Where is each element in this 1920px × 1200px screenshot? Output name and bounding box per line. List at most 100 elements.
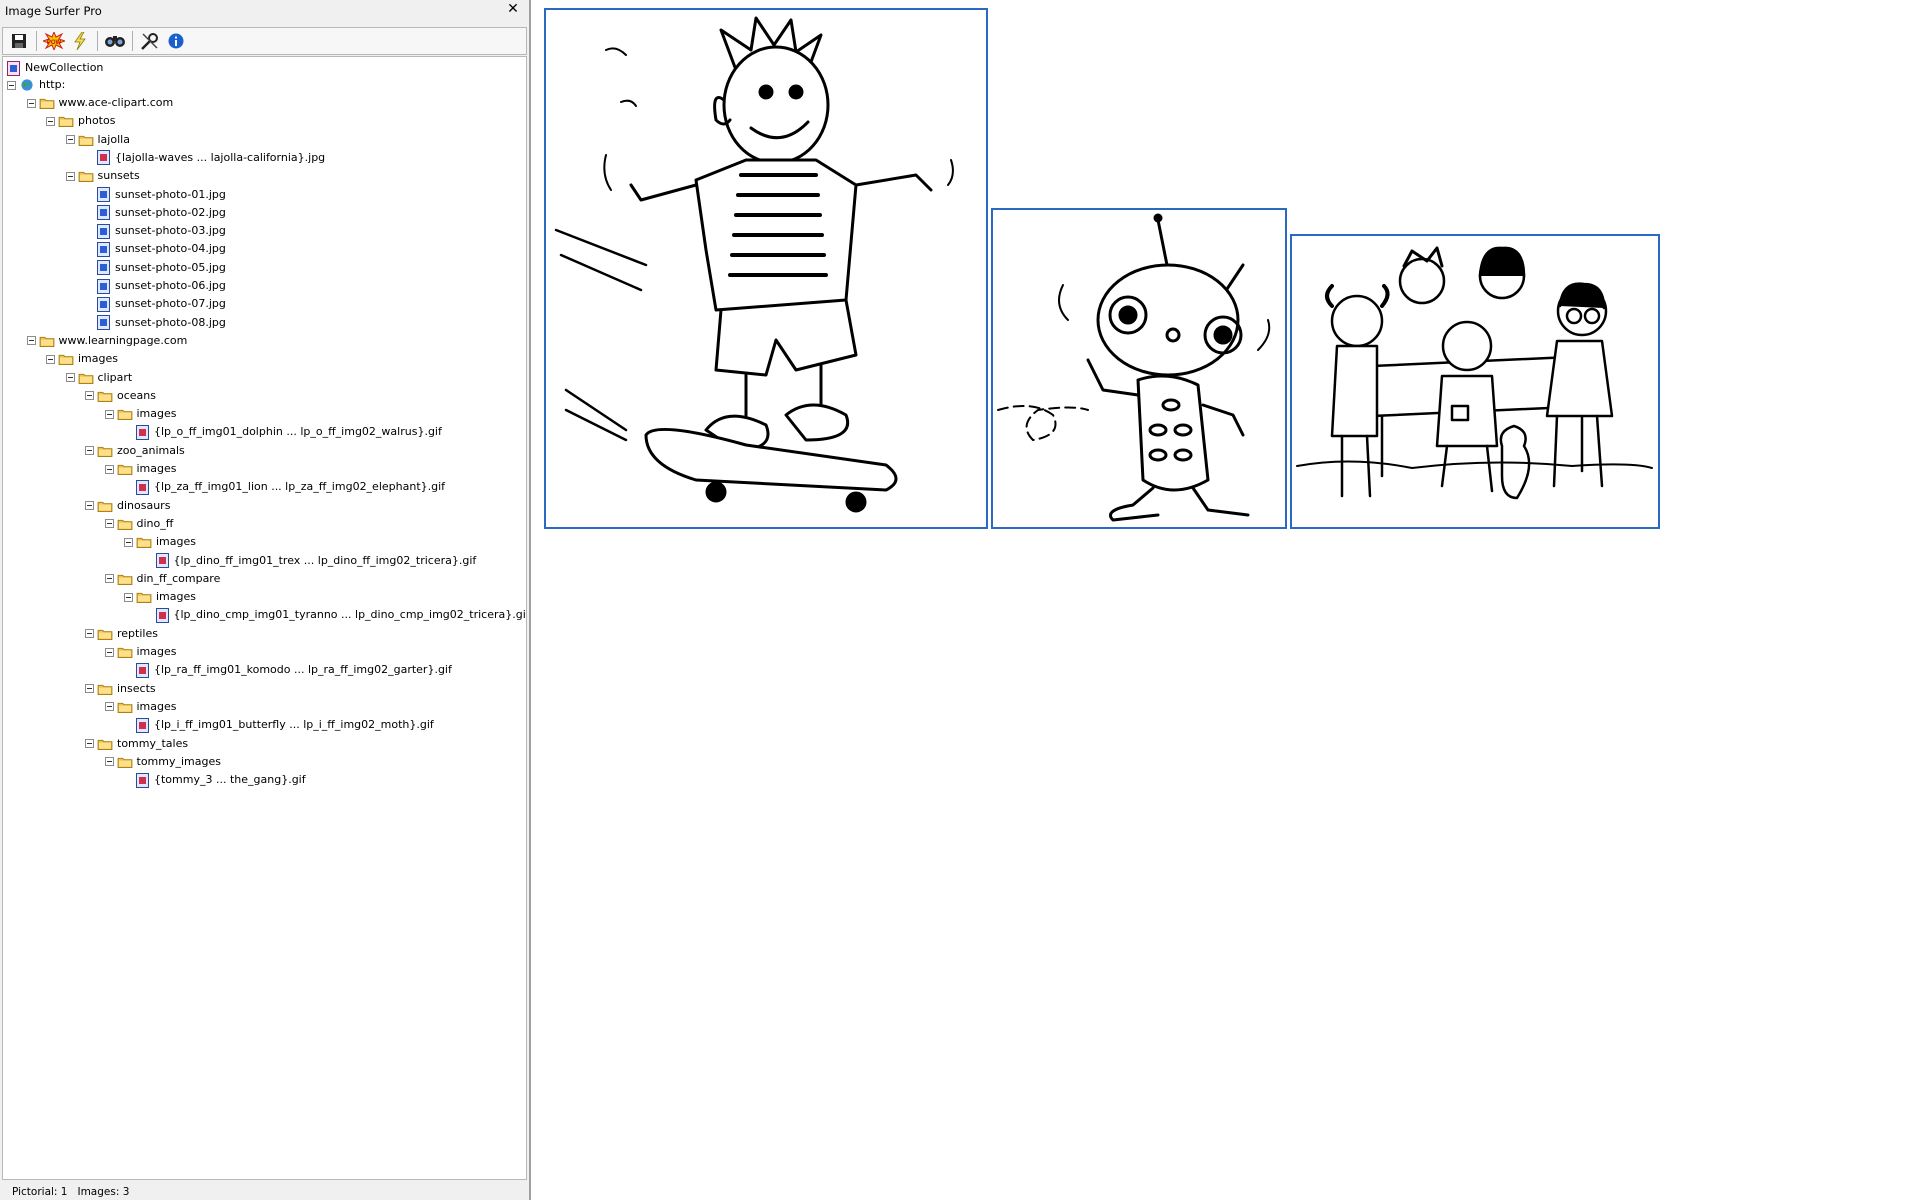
folder-icon [58, 117, 74, 128]
collapse-toggle[interactable] [85, 739, 94, 748]
collapse-toggle[interactable] [65, 135, 75, 145]
tree-file-item[interactable]: sunset-photo-06.jpg [85, 277, 226, 295]
tree-folder-item[interactable]: images [104, 698, 177, 716]
tree-file-item[interactable]: sunset-photo-07.jpg [85, 295, 226, 313]
window-title: Image Surfer Pro [5, 4, 102, 18]
tree-folder-item[interactable]: reptiles [85, 625, 158, 643]
folder-icon [117, 574, 132, 585]
pow-icon[interactable]: POW [42, 30, 66, 52]
tree-item-label: sunset-photo-07.jpg [115, 297, 226, 311]
tree-folder-item[interactable]: images [46, 350, 118, 368]
kids-gang-image[interactable] [1290, 234, 1660, 529]
status-bar: Pictorial: 1 Images: 3 [0, 1184, 541, 1200]
collapse-toggle[interactable] [85, 684, 94, 694]
tools-icon[interactable] [138, 30, 162, 52]
tree-folder-item[interactable]: images [104, 643, 177, 661]
tree-file-item[interactable]: sunset-photo-08.jpg [85, 314, 226, 332]
tree-item-label: din_ff_compare [136, 571, 221, 585]
tree-folder-item[interactable]: dinosaurs [85, 497, 170, 515]
image-file-icon [97, 241, 110, 257]
tree-folder-item[interactable]: dino_ff [104, 515, 174, 533]
binoculars-icon[interactable] [103, 30, 127, 52]
close-icon[interactable]: ✕ [505, 1, 521, 17]
tree-file-item[interactable]: sunset-photo-01.jpg [85, 186, 226, 204]
tree-folder-item[interactable]: photos [46, 112, 115, 130]
info-icon[interactable] [164, 30, 188, 52]
tree-file-item[interactable]: {lp_o_ff_img01_dolphin ... lp_o_ff_img02… [124, 423, 442, 441]
tree-item-label: tommy_tales [117, 736, 189, 750]
collapse-toggle[interactable] [104, 647, 114, 657]
tree-file-item[interactable]: sunset-photo-05.jpg [85, 259, 226, 277]
tree-file-item[interactable]: {lp_i_ff_img01_butterfly ... lp_i_ff_img… [124, 716, 434, 734]
image-file-icon [136, 662, 149, 678]
tree-item-label: dino_ff [136, 516, 174, 530]
collapse-toggle[interactable] [26, 336, 36, 346]
tree-folder-item[interactable]: sunsets [65, 167, 140, 185]
collapse-toggle[interactable] [85, 391, 94, 401]
tree-folder-item[interactable]: din_ff_compare [104, 570, 221, 588]
tree-item-label: images [136, 699, 177, 713]
tree-folder-item[interactable]: insects [85, 680, 156, 698]
tree-file-item[interactable]: sunset-photo-02.jpg [85, 204, 226, 222]
tree-protocol[interactable]: http: [7, 76, 65, 94]
tree-item-label: reptiles [117, 626, 158, 640]
collapse-toggle[interactable] [104, 519, 114, 529]
image-file-icon [97, 278, 110, 294]
collapse-toggle[interactable] [124, 592, 133, 602]
tree-folder-item[interactable]: images [104, 460, 177, 478]
lightning-icon[interactable] [68, 30, 92, 52]
tree-folder-item[interactable]: tommy_tales [85, 735, 188, 753]
tree-folder-item[interactable]: www.learningpage.com [26, 332, 187, 350]
tree-file-item[interactable]: sunset-photo-04.jpg [85, 240, 226, 258]
tree-folder-item[interactable]: images [124, 588, 196, 606]
folder-icon [39, 336, 54, 347]
collapse-toggle[interactable] [104, 464, 114, 474]
image-file-icon [97, 223, 110, 239]
tree-item-label: {lp_za_ff_img01_lion ... lp_za_ff_img02_… [154, 480, 446, 494]
collapse-toggle[interactable] [104, 702, 114, 712]
tree-folder-item[interactable]: zoo_animals [85, 442, 185, 460]
tree-file-item[interactable]: {tommy_3 ... the_gang}.gif [124, 771, 306, 789]
folder-icon [117, 519, 132, 530]
tree-folder-item[interactable]: www.ace-clipart.com [26, 94, 173, 112]
tree-file-item[interactable]: {lp_dino_ff_img01_trex ... lp_dino_ff_im… [144, 552, 476, 570]
folder-icon [78, 135, 93, 146]
tree-file-item[interactable]: {lp_ra_ff_img01_komodo ... lp_ra_ff_img0… [124, 661, 452, 679]
tree-item-label: clipart [97, 370, 133, 384]
tree-folder-item[interactable]: images [104, 405, 177, 423]
tree-folder-item[interactable]: tommy_images [104, 753, 221, 771]
skateboard-boy-image[interactable] [544, 8, 988, 529]
collapse-toggle[interactable] [65, 171, 75, 181]
collapse-toggle[interactable] [46, 116, 55, 126]
folder-icon [136, 592, 152, 604]
collapse-toggle[interactable] [104, 574, 114, 584]
collapse-toggle[interactable] [104, 757, 114, 767]
tree-folder-item[interactable]: lajolla [65, 131, 130, 149]
collapse-toggle[interactable] [104, 409, 114, 419]
toolbar-separator [97, 31, 98, 51]
image-file-icon [136, 717, 149, 733]
tree-folder-item[interactable]: clipart [65, 369, 133, 387]
tree-file-item[interactable]: {lp_za_ff_img01_lion ... lp_za_ff_img02_… [124, 478, 445, 496]
tree-root[interactable]: NewCollection [7, 59, 103, 77]
tree-folder-item[interactable]: oceans [85, 387, 156, 405]
collapse-toggle[interactable] [85, 446, 94, 456]
folder-icon [39, 98, 54, 109]
tree-file-item[interactable]: sunset-photo-03.jpg [85, 222, 226, 240]
folder-icon [97, 629, 113, 640]
tree-file-item[interactable]: {lp_dino_cmp_img01_tyranno ... lp_dino_c… [144, 606, 526, 624]
collapse-toggle[interactable] [26, 98, 36, 108]
collapse-toggle[interactable] [65, 373, 75, 382]
collapse-toggle[interactable] [46, 354, 55, 364]
collapse-toggle[interactable] [7, 80, 16, 90]
tree-folder-item[interactable]: images [124, 533, 196, 551]
collapse-toggle[interactable] [85, 629, 94, 639]
collapse-toggle[interactable] [85, 501, 94, 511]
tree-item-label: images [156, 590, 196, 604]
folder-icon [117, 409, 132, 421]
tree-file-item[interactable]: {lajolla-waves ... lajolla-california}.j… [85, 149, 325, 167]
folder-icon [117, 647, 132, 658]
save-icon[interactable] [7, 30, 31, 52]
collapse-toggle[interactable] [124, 537, 133, 547]
robot-image[interactable] [991, 208, 1287, 529]
